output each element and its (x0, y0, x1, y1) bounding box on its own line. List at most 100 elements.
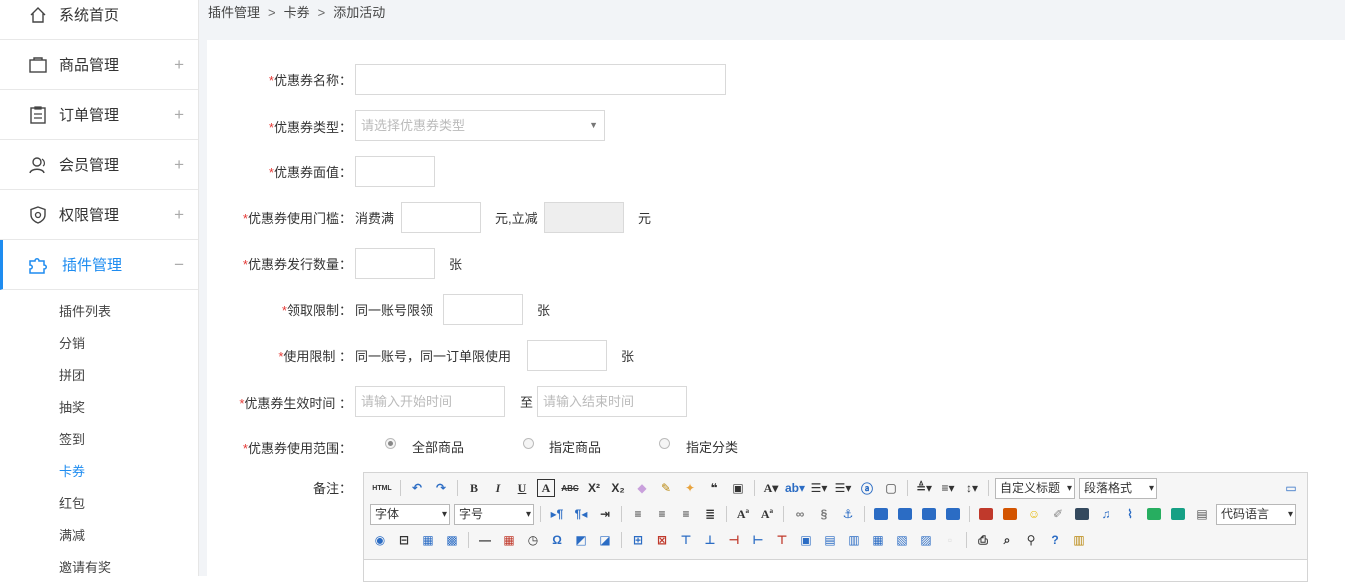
fullscreen-icon[interactable]: ▭ (1282, 479, 1300, 497)
sidebar-item-home[interactable]: 系统首页 (0, 0, 198, 40)
html-source-button[interactable]: HTML (371, 479, 393, 497)
sidebar-item-members[interactable]: 会员管理 + (0, 140, 198, 190)
rtl-icon[interactable]: ¶◂ (572, 505, 590, 523)
font-border-icon[interactable]: A (537, 479, 555, 497)
delete-row-icon[interactable]: ⊣ (725, 531, 743, 549)
breadcrumb-item[interactable]: 插件管理 (208, 5, 260, 20)
delete-table-icon[interactable]: ⊠ (653, 531, 671, 549)
editor-content-area[interactable] (364, 559, 1307, 581)
font-family-select[interactable]: 字体 (370, 503, 450, 525)
submenu-item[interactable]: 拼团 (59, 365, 85, 384)
unlink-icon[interactable]: § (815, 505, 833, 523)
expand-icon[interactable]: + (174, 105, 184, 125)
submenu-item[interactable]: 红包 (59, 493, 85, 512)
split-cells-icon[interactable]: ▦ (869, 531, 887, 549)
indent-icon[interactable]: ⇥ (596, 505, 614, 523)
time-icon[interactable]: ◷ (524, 531, 542, 549)
font-size-select[interactable]: 字号 (454, 503, 534, 525)
submenu-item[interactable]: 插件列表 (59, 301, 111, 320)
format-brush-icon[interactable]: ✎ (657, 479, 675, 497)
snap-screen-icon[interactable]: ◩ (572, 531, 590, 549)
insert-table-icon[interactable]: ⊞ (629, 531, 647, 549)
bold-icon[interactable]: B (465, 479, 483, 497)
music-icon[interactable]: ♫ (1097, 505, 1115, 523)
code-language-select[interactable]: 代码语言 (1216, 503, 1296, 525)
simple-upload-icon[interactable] (979, 508, 993, 520)
strikethrough-icon[interactable]: ABC (561, 479, 579, 497)
scope-radio-all[interactable] (385, 438, 396, 449)
submenu-item-active[interactable]: 卡券 (59, 461, 85, 480)
google-map-icon[interactable] (1171, 508, 1185, 520)
coupon-value-input[interactable] (355, 156, 435, 187)
word-image-icon[interactable]: ▩ (443, 531, 461, 549)
redo-icon[interactable]: ↷ (432, 479, 450, 497)
blockquote-icon[interactable]: ❝ (705, 479, 723, 497)
submenu-item[interactable]: 邀请有奖 (59, 557, 111, 576)
submenu-item[interactable]: 分销 (59, 333, 85, 352)
font-color-icon[interactable]: A▾ (762, 479, 780, 497)
image-center-icon[interactable] (946, 508, 960, 520)
coupon-type-select[interactable]: 请选择优惠券类型 ▼ (355, 110, 605, 141)
split-cols-icon[interactable]: ▨ (917, 531, 935, 549)
date-icon[interactable]: ▦ (500, 531, 518, 549)
submenu-item[interactable]: 签到 (59, 429, 85, 448)
submenu-item[interactable]: 抽奖 (59, 397, 85, 416)
anchor-icon[interactable]: ⚓ (839, 505, 857, 523)
sidebar-item-permissions[interactable]: 权限管理 + (0, 190, 198, 240)
image-none-icon[interactable] (874, 508, 888, 520)
use-limit-input[interactable] (527, 340, 607, 371)
row-spacing-top-icon[interactable]: ≜▾ (915, 479, 933, 497)
superscript-icon[interactable]: X² (585, 479, 603, 497)
align-justify-icon[interactable]: ≣ (701, 505, 719, 523)
custom-title-select[interactable]: 自定义标题 (995, 477, 1075, 499)
start-time-input[interactable]: 请输入开始时间 (355, 386, 505, 417)
threshold-discount-input[interactable] (544, 202, 624, 233)
map-icon[interactable] (1147, 508, 1161, 520)
link-icon[interactable]: ∞ (791, 505, 809, 523)
auto-format-icon[interactable]: ✦ (681, 479, 699, 497)
scrawl-icon[interactable]: ✐ (1049, 505, 1067, 523)
align-left-icon[interactable]: ≡ (629, 505, 647, 523)
insert-video-icon[interactable] (1075, 508, 1089, 520)
sidebar-item-plugins[interactable]: 插件管理 − (0, 240, 198, 290)
align-right-icon[interactable]: ≡ (677, 505, 695, 523)
breadcrumb-item[interactable]: 卡券 (284, 5, 310, 20)
insert-frame-icon[interactable]: ▤ (1193, 505, 1211, 523)
undo-icon[interactable]: ↶ (408, 479, 426, 497)
merge-down-icon[interactable]: ▥ (845, 531, 863, 549)
coupon-name-input[interactable] (355, 64, 726, 95)
highlight-color-icon[interactable]: ab▾ (785, 479, 805, 497)
help-icon[interactable]: ? (1046, 531, 1064, 549)
attachment-icon[interactable]: ⌇ (1121, 505, 1139, 523)
subscript-icon[interactable]: X₂ (609, 479, 627, 497)
insert-image-icon[interactable] (1003, 508, 1017, 520)
expand-icon[interactable]: + (174, 55, 184, 75)
issue-count-input[interactable] (355, 248, 435, 279)
split-rows-icon[interactable]: ▧ (893, 531, 911, 549)
unordered-list-icon[interactable]: ☰▾ (834, 479, 852, 497)
scope-radio-category[interactable] (659, 438, 670, 449)
background-icon[interactable]: ▦ (419, 531, 437, 549)
insert-paragraph-before-table-icon[interactable]: ⊤ (677, 531, 695, 549)
special-chars-icon[interactable]: Ω (548, 531, 566, 549)
sidebar-item-goods[interactable]: 商品管理 + (0, 40, 198, 90)
print-icon[interactable]: ⎙ (974, 531, 992, 549)
italic-icon[interactable]: I (489, 479, 507, 497)
drafts-icon[interactable]: ▥ (1070, 531, 1088, 549)
delete-col-icon[interactable]: ⊤ (773, 531, 791, 549)
collapse-icon[interactable]: − (174, 255, 184, 275)
merge-right-icon[interactable]: ▤ (821, 531, 839, 549)
search-replace-icon[interactable]: ◪ (596, 531, 614, 549)
paragraph-format-select[interactable]: 段落格式 (1079, 477, 1157, 499)
ordered-list-icon[interactable]: ☰▾ (810, 479, 828, 497)
row-spacing-bottom-icon[interactable]: ≡▾ (939, 479, 957, 497)
horizontal-rule-icon[interactable]: — (476, 531, 494, 549)
underline-icon[interactable]: U (513, 479, 531, 497)
threshold-min-input[interactable] (401, 202, 481, 233)
ltr-icon[interactable]: ▸¶ (548, 505, 566, 523)
select-all-icon[interactable]: ⓐ (858, 479, 876, 497)
submenu-item[interactable]: 满减 (59, 525, 85, 544)
search-icon[interactable]: ⚲ (1022, 531, 1040, 549)
merge-cells-icon[interactable]: ▣ (797, 531, 815, 549)
clear-doc-icon[interactable]: ▢ (882, 479, 900, 497)
